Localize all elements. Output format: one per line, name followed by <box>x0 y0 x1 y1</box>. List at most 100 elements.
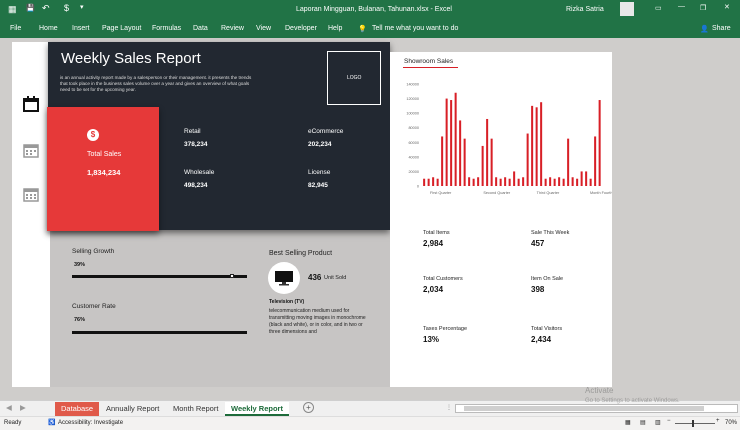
total-sales-card: $ Total Sales 1,834,234 <box>47 107 159 231</box>
units-sold-value: 436 <box>308 273 322 282</box>
tab-page-layout[interactable]: Page Layout <box>102 25 141 32</box>
tab-file[interactable]: File <box>10 25 21 32</box>
activation-watermark-text: Go to Settings to activate Windows. <box>585 398 680 404</box>
chart-bar <box>495 177 498 186</box>
calendar-month-icon[interactable] <box>23 142 39 158</box>
chart-bar <box>589 178 592 186</box>
tab-developer[interactable]: Developer <box>285 25 317 32</box>
product-description: telecommunication medium used for transm… <box>269 308 366 335</box>
customize-qat-icon[interactable]: ▾ <box>80 3 84 11</box>
y-tick-label: 20000 <box>408 170 419 174</box>
undo-icon[interactable]: ↶ <box>42 3 50 14</box>
normal-view-icon[interactable]: ▦ <box>625 419 631 426</box>
selling-growth-bar <box>72 275 247 278</box>
x-tick-label: Third Quarter <box>537 191 560 195</box>
selling-growth-value: 39% <box>74 262 86 268</box>
wholesale-label: Wholesale <box>184 169 215 176</box>
chart-bar <box>562 178 565 186</box>
logo-label: LOGO <box>347 75 362 81</box>
license-value: 82,945 <box>308 182 328 189</box>
accessibility-status[interactable]: Accessibility: Investigate <box>58 420 123 426</box>
share-icon[interactable]: 👤 <box>700 25 709 33</box>
restore-icon[interactable]: ❐ <box>700 4 706 12</box>
y-tick-label: 140000 <box>406 83 419 87</box>
tab-home[interactable]: Home <box>39 25 58 32</box>
chart-bar <box>526 133 529 186</box>
status-bar: Ready ♿ Accessibility: Investigate ▦ ▤ ▥… <box>0 416 740 430</box>
customer-rate-value: 76% <box>74 317 86 323</box>
stat-label: Total Items <box>423 230 450 236</box>
ribbon-display-icon[interactable]: ▭ <box>655 4 662 12</box>
chart-bar <box>432 177 435 186</box>
chart-bar <box>553 178 556 186</box>
stat-value: 398 <box>531 285 545 294</box>
dollar-icon[interactable]: $ <box>64 3 69 13</box>
chart-bar <box>549 177 552 186</box>
tab-split-handle[interactable]: ⋮ <box>446 404 452 411</box>
tab-weekly-report[interactable]: Weekly Report <box>225 402 289 416</box>
chart-bar <box>441 136 444 186</box>
retail-value: 378,234 <box>184 141 208 148</box>
chart-bar <box>436 178 439 186</box>
tab-view[interactable]: View <box>256 25 271 32</box>
calendar-icon[interactable] <box>23 96 39 112</box>
tab-month-report[interactable]: Month Report <box>167 402 224 416</box>
stat-label: Total Visitors <box>531 326 563 332</box>
x-tick-label: Second Quarter <box>483 191 511 195</box>
zoom-in-button[interactable]: + <box>716 418 720 424</box>
x-tick-label: First Quarter <box>430 191 452 195</box>
user-name[interactable]: Rizka Satria <box>566 6 604 13</box>
tab-insert[interactable]: Insert <box>72 25 90 32</box>
scrollbar-thumb[interactable] <box>464 406 704 411</box>
calendar-year-icon[interactable] <box>23 186 39 202</box>
logo-box: LOGO <box>327 51 381 105</box>
chart-bar <box>454 92 457 186</box>
search-hint[interactable]: Tell me what you want to do <box>372 25 458 32</box>
zoom-slider[interactable] <box>675 423 715 424</box>
best-product-label: Best Selling Product <box>269 250 333 257</box>
stat-value: 13% <box>423 335 440 344</box>
minimize-icon[interactable]: — <box>678 3 685 10</box>
chart-bar <box>522 177 525 186</box>
prev-sheet-icon[interactable]: ◀ <box>6 403 12 412</box>
stat-value: 2,434 <box>531 335 552 344</box>
selling-growth-marker <box>229 274 234 278</box>
stat-label: Taxes Percentage <box>423 326 468 332</box>
chart-bar <box>463 138 466 186</box>
save-icon[interactable]: 💾 <box>26 4 35 12</box>
ecommerce-label: eCommerce <box>308 128 344 135</box>
tab-help[interactable]: Help <box>328 25 342 32</box>
close-icon[interactable]: ✕ <box>724 3 730 11</box>
add-sheet-icon[interactable]: + <box>303 402 314 413</box>
tab-data[interactable]: Data <box>193 25 208 32</box>
avatar[interactable] <box>620 2 634 16</box>
chart-bar <box>513 171 516 186</box>
report-description: is an annual activity report made by a s… <box>60 75 252 92</box>
y-tick-label: 100000 <box>406 112 419 116</box>
tv-image <box>268 262 300 294</box>
zoom-out-button[interactable]: − <box>667 418 671 424</box>
share-button[interactable]: Share <box>712 25 731 32</box>
page-layout-view-icon[interactable]: ▤ <box>640 419 646 426</box>
product-name: Television (TV) <box>269 299 305 305</box>
icon-column <box>12 42 50 387</box>
tab-formulas[interactable]: Formulas <box>152 25 181 32</box>
chart-bar <box>508 178 511 186</box>
page-break-view-icon[interactable]: ▥ <box>655 419 661 426</box>
customer-rate-label: Customer Rate <box>72 303 116 310</box>
wholesale-value: 498,234 <box>184 182 208 189</box>
y-tick-label: 80000 <box>408 126 419 130</box>
zoom-slider-thumb[interactable] <box>692 420 694 427</box>
y-tick-label: 0 <box>417 185 419 189</box>
tab-annually-report[interactable]: Annually Report <box>100 402 165 416</box>
tab-review[interactable]: Review <box>221 25 244 32</box>
zoom-level[interactable]: 70% <box>725 420 737 426</box>
chart-bar <box>567 138 570 186</box>
tab-database[interactable]: Database <box>55 402 100 416</box>
chart-bar <box>585 171 588 186</box>
stat-value: 2,984 <box>423 239 444 248</box>
x-tick-label: Month Fourth <box>590 191 612 195</box>
chart-bar <box>459 120 462 186</box>
next-sheet-icon[interactable]: ▶ <box>20 403 26 412</box>
horizontal-scrollbar[interactable] <box>455 404 738 413</box>
